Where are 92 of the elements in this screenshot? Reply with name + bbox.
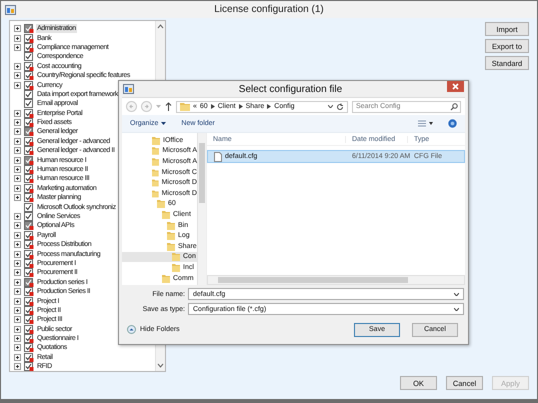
expand-icon[interactable] (14, 298, 21, 305)
checkbox-icon[interactable] (24, 221, 34, 230)
checkbox-icon[interactable] (24, 146, 34, 156)
checkbox-icon[interactable] (24, 250, 34, 259)
expand-icon[interactable] (14, 119, 21, 126)
close-icon (452, 83, 459, 90)
app-icon (123, 84, 134, 94)
caret-icon[interactable] (328, 105, 333, 108)
expand-icon[interactable] (14, 260, 21, 267)
checkbox-icon[interactable] (24, 136, 34, 146)
checkbox-icon[interactable] (24, 278, 34, 287)
scrollbar[interactable] (207, 275, 465, 285)
caret-icon[interactable] (161, 122, 166, 125)
checkbox-icon[interactable] (24, 258, 34, 268)
expand-icon[interactable] (14, 62, 21, 70)
checkbox-icon[interactable] (24, 34, 34, 43)
checkbox-icon[interactable] (24, 108, 34, 118)
expand-icon[interactable] (14, 72, 21, 80)
expand-icon[interactable] (14, 222, 21, 230)
checkbox-icon[interactable] (24, 268, 34, 278)
chevron-icon (267, 104, 272, 109)
expand-icon[interactable] (14, 344, 21, 352)
expand-icon[interactable] (14, 250, 21, 258)
checkbox-icon[interactable] (24, 62, 34, 71)
expand-icon[interactable] (14, 278, 21, 286)
expand-icon[interactable] (14, 269, 21, 276)
expand-icon[interactable] (14, 25, 21, 32)
checkbox-icon[interactable] (24, 306, 34, 315)
checkbox-icon[interactable] (24, 165, 34, 174)
checkbox-icon[interactable] (24, 315, 34, 324)
checkbox-icon[interactable] (24, 287, 34, 296)
expand-icon[interactable] (14, 138, 21, 145)
checkbox-icon[interactable] (24, 334, 34, 344)
expand-icon[interactable] (14, 44, 21, 51)
expand-icon[interactable] (14, 354, 21, 361)
app-icon (5, 4, 16, 14)
checkbox-icon[interactable] (24, 352, 34, 362)
search-icon (450, 102, 458, 110)
expand-icon[interactable] (14, 326, 21, 333)
checkbox-icon[interactable] (24, 90, 34, 99)
checkbox-icon[interactable] (24, 362, 34, 371)
expand-icon[interactable] (14, 194, 21, 202)
checkbox-icon[interactable] (24, 99, 34, 108)
checkbox-icon[interactable] (24, 212, 34, 221)
checkbox-icon[interactable] (24, 174, 34, 184)
checkbox-icon[interactable] (24, 193, 34, 202)
checkbox-icon[interactable] (24, 240, 34, 250)
checkbox-icon[interactable] (24, 156, 34, 165)
expand-icon[interactable] (14, 232, 21, 239)
dialog-title: Select configuration file (238, 84, 342, 94)
expand-icon[interactable] (14, 147, 21, 154)
expand-icon[interactable] (14, 110, 21, 117)
refresh-icon[interactable] (336, 102, 344, 110)
chevron-icon (238, 104, 243, 109)
collapse-icon[interactable] (127, 325, 136, 334)
chevron-icon (210, 104, 215, 109)
expand-icon[interactable] (14, 316, 21, 324)
expand-icon[interactable] (14, 335, 21, 342)
checkbox-icon[interactable] (24, 202, 34, 212)
checkbox-icon[interactable] (24, 118, 34, 128)
document-icon (214, 152, 222, 162)
expand-icon[interactable] (14, 34, 21, 42)
close-button[interactable] (447, 81, 464, 92)
help-icon[interactable] (448, 119, 457, 128)
expand-icon[interactable] (14, 288, 21, 296)
expand-icon[interactable] (14, 128, 21, 136)
checkbox-icon[interactable] (24, 80, 34, 90)
expand-icon[interactable] (14, 166, 21, 174)
expand-icon[interactable] (14, 213, 21, 220)
checkbox-icon[interactable] (24, 127, 34, 136)
expand-icon[interactable] (14, 156, 21, 164)
scrollbar[interactable] (197, 133, 206, 285)
view-icon[interactable] (418, 120, 434, 127)
checkbox-icon[interactable] (24, 343, 34, 352)
expand-icon[interactable] (14, 306, 21, 314)
window-title: License configuration (1) (214, 4, 324, 15)
checkbox-icon[interactable] (24, 71, 34, 80)
expand-icon[interactable] (14, 175, 21, 182)
expand-icon[interactable] (14, 82, 21, 89)
folder-icon (162, 274, 170, 283)
expand-icon[interactable] (14, 363, 21, 370)
checkbox-icon[interactable] (24, 42, 34, 52)
checkbox-icon[interactable] (24, 230, 34, 240)
up-arrow-icon[interactable] (165, 102, 172, 111)
expand-icon[interactable] (14, 184, 21, 192)
folder-icon (180, 102, 190, 111)
checkbox-icon[interactable] (24, 24, 34, 34)
checkbox-icon[interactable] (24, 52, 34, 62)
expand-icon[interactable] (14, 241, 21, 248)
checkbox-icon[interactable] (24, 324, 34, 334)
checkbox-icon[interactable] (24, 296, 34, 306)
checkbox-icon[interactable] (24, 184, 34, 193)
